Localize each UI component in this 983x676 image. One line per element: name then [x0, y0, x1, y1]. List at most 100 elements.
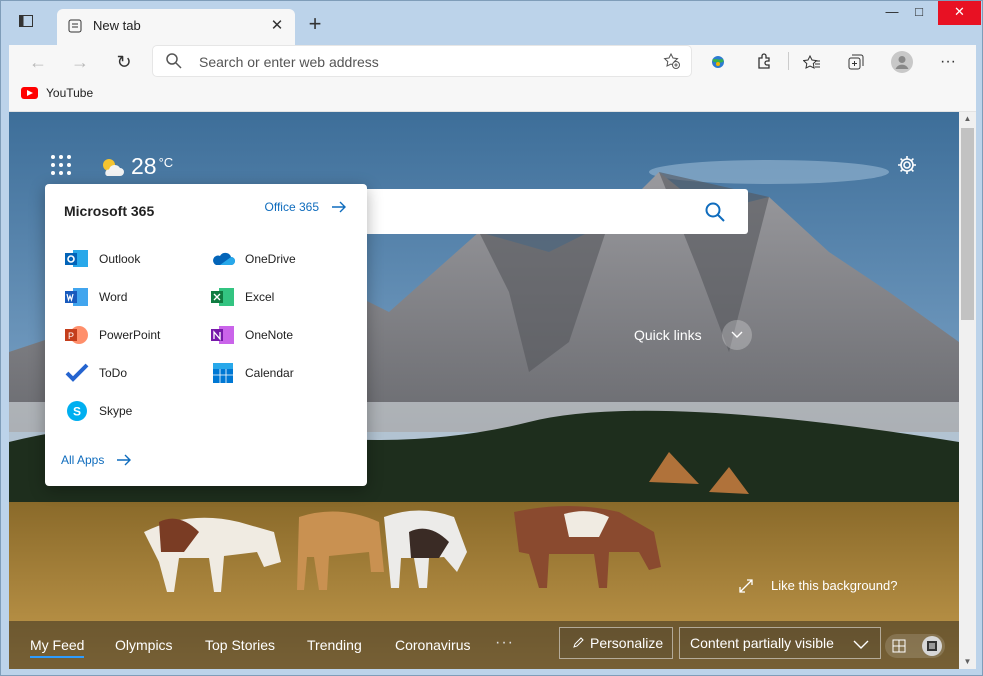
svg-text:P: P [68, 331, 74, 341]
pencil-icon [573, 637, 584, 648]
web-search-box[interactable] [363, 189, 748, 234]
app-label: Calendar [245, 366, 294, 380]
search-icon[interactable] [704, 201, 726, 223]
tab-actions-icon[interactable] [15, 13, 37, 35]
search-icon [166, 53, 182, 69]
forward-button[interactable]: → [67, 49, 93, 75]
onedrive-cloud-icon [213, 252, 235, 265]
expand-icon [739, 578, 753, 593]
feed-tab-my-feed[interactable]: My Feed [30, 637, 85, 658]
app-skype[interactable]: S Skype [65, 400, 132, 422]
feed-tab-top-stories[interactable]: Top Stories [205, 637, 275, 653]
panel-title: Microsoft 365 [64, 203, 155, 219]
app-label: OneNote [245, 328, 294, 342]
app-label: PowerPoint [99, 328, 161, 342]
feed-tab-coronavirus[interactable]: Coronavirus [395, 637, 470, 653]
more-tabs-button[interactable]: ··· [495, 634, 514, 652]
app-outlook[interactable]: Outlook [65, 248, 140, 270]
calendar-icon [213, 363, 233, 383]
page-scrollbar[interactable]: ▲ ▼ [959, 112, 976, 669]
layout-toggle[interactable] [885, 634, 945, 658]
extension-globe-icon[interactable] [705, 49, 731, 75]
quick-links-label: Quick links [634, 327, 702, 343]
all-apps-label: All Apps [61, 453, 105, 467]
app-label: ToDo [99, 366, 128, 380]
address-bar[interactable] [153, 46, 691, 78]
microsoft-365-panel: Microsoft 365 Office 365 Outlook Word P … [45, 184, 367, 486]
grid-view-icon[interactable] [889, 636, 909, 656]
personalize-button[interactable]: Personalize [559, 627, 673, 659]
app-powerpoint[interactable]: P PowerPoint [65, 324, 160, 346]
profile-avatar-icon[interactable] [889, 49, 915, 75]
app-label: Skype [99, 404, 133, 418]
all-apps-link[interactable]: All Apps [61, 453, 132, 467]
app-onedrive[interactable]: OneDrive [211, 248, 296, 270]
feed-tab-olympics[interactable]: Olympics [115, 637, 173, 653]
tab-close-icon[interactable]: ✕ [267, 16, 287, 36]
bookmark-youtube[interactable]: YouTube [21, 84, 93, 102]
content-visibility-dropdown[interactable]: Content partially visible [679, 627, 881, 659]
arrow-right-icon [117, 454, 132, 466]
outlook-icon [65, 250, 88, 267]
word-icon [65, 288, 88, 306]
temperature-unit: °C [158, 155, 174, 170]
address-input[interactable] [197, 46, 641, 78]
refresh-button[interactable]: ↻ [111, 49, 137, 75]
app-label: OneDrive [245, 252, 296, 266]
quick-links-toggle[interactable]: Quick links [634, 320, 752, 350]
active-tab[interactable]: New tab ✕ [57, 9, 295, 45]
favorites-icon[interactable] [799, 49, 825, 75]
maximize-button[interactable]: □ [896, 1, 942, 25]
app-launcher-icon[interactable] [51, 155, 71, 175]
weather-widget[interactable]: 28 °C [99, 153, 173, 180]
list-view-icon[interactable] [922, 636, 942, 656]
youtube-icon [21, 87, 38, 99]
browser-window: New tab ✕ + — □ ✕ ← → ↻ ··· [0, 0, 983, 676]
personalize-label: Personalize [590, 635, 664, 651]
app-label: Excel [245, 290, 275, 304]
excel-icon [211, 288, 234, 306]
office-365-label: Office 365 [264, 200, 319, 214]
extensions-puzzle-icon[interactable] [751, 49, 777, 75]
svg-text:S: S [73, 405, 81, 419]
chevron-down-icon[interactable] [721, 320, 752, 350]
like-background-label: Like this background? [771, 578, 898, 593]
like-background-link[interactable]: Like this background? [739, 578, 897, 593]
scroll-thumb[interactable] [961, 128, 974, 320]
app-excel[interactable]: Excel [211, 286, 274, 308]
temperature: 28 [131, 153, 157, 179]
new-tab-favicon-icon [68, 19, 82, 33]
todo-checkmark-icon [65, 363, 89, 382]
scroll-down-icon[interactable]: ▼ [959, 655, 976, 669]
collections-icon[interactable] [843, 49, 869, 75]
arrow-right-icon [332, 201, 346, 213]
new-tab-page: 28 °C Microsoft 365 Office 365 Outlook W… [9, 112, 959, 669]
powerpoint-icon: P [65, 326, 88, 344]
new-tab-button[interactable]: + [303, 13, 327, 37]
partly-cloudy-icon [103, 158, 124, 176]
app-calendar[interactable]: Calendar [211, 362, 294, 384]
add-favorite-icon[interactable] [663, 52, 681, 70]
app-word[interactable]: Word [65, 286, 127, 308]
onenote-icon [211, 326, 234, 344]
visibility-label: Content partially visible [690, 635, 834, 651]
top-bar-left [51, 155, 71, 175]
office-365-link[interactable]: Office 365 [265, 200, 347, 214]
title-bar: New tab ✕ + — □ ✕ [1, 1, 982, 45]
chevron-down-icon [853, 640, 869, 649]
app-onenote[interactable]: OneNote [211, 324, 293, 346]
favorites-bar: YouTube [9, 77, 976, 112]
app-label: Outlook [99, 252, 141, 266]
page-settings-gear-icon[interactable] [896, 154, 918, 176]
bookmark-label: YouTube [46, 86, 94, 100]
tab-title: New tab [93, 18, 141, 33]
navigation-toolbar: ← → ↻ ··· [9, 45, 976, 78]
app-label: Word [99, 290, 128, 304]
back-button[interactable]: ← [25, 49, 51, 75]
close-window-button[interactable]: ✕ [938, 1, 981, 25]
app-todo[interactable]: ToDo [65, 362, 127, 384]
feed-tab-trending[interactable]: Trending [307, 637, 362, 653]
scroll-up-icon[interactable]: ▲ [959, 112, 976, 126]
settings-more-icon[interactable]: ··· [935, 49, 961, 75]
skype-icon: S [67, 401, 87, 421]
